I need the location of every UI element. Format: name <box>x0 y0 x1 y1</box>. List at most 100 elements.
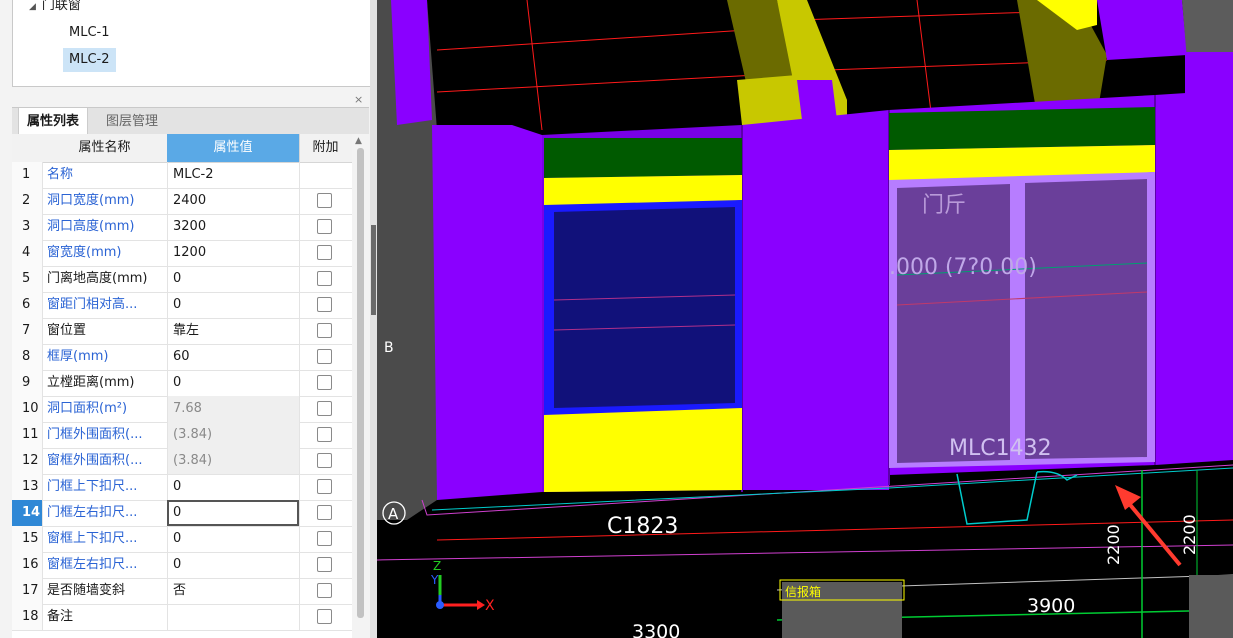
wall-right <box>1155 90 1233 465</box>
tree-node-parent[interactable]: ◢ 门联窗 <box>29 0 81 18</box>
3d-viewport[interactable]: 门斤 .000 (7?0.00) MLC1432 信报箱 A B C1823 3… <box>377 0 1233 638</box>
attach-checkbox[interactable] <box>317 583 332 598</box>
row-number[interactable]: 10 <box>12 396 42 422</box>
attach-checkbox[interactable] <box>317 323 332 338</box>
attach-checkbox[interactable] <box>317 531 332 546</box>
grid-row-10[interactable]: 10 洞口面积(m²) 7.68 <box>12 396 352 423</box>
grid-row-14[interactable]: 14 门框左右扣尺... 0 <box>12 500 352 527</box>
row-number[interactable]: 14 <box>12 500 42 526</box>
property-value[interactable]: 0 <box>167 292 299 318</box>
grid-row-18[interactable]: 18 备注 <box>12 604 352 631</box>
property-value[interactable]: (3.84) <box>167 422 299 448</box>
attach-checkbox[interactable] <box>317 193 332 208</box>
header-property-name[interactable]: 属性名称 <box>42 134 167 162</box>
header-property-value[interactable]: 属性值 <box>167 134 299 162</box>
grid-row-16[interactable]: 16 窗框左右扣尺... 0 <box>12 552 352 579</box>
row-number[interactable]: 3 <box>12 214 42 240</box>
annotation-arrow-line <box>1120 493 1182 567</box>
property-value[interactable]: 0 <box>167 500 299 526</box>
property-value[interactable]: 7.68 <box>167 396 299 422</box>
row-number[interactable]: 11 <box>12 422 42 448</box>
cad-drawing[interactable]: 门斤 .000 (7?0.00) MLC1432 信报箱 A B C1823 3… <box>377 0 1233 638</box>
attach-checkbox[interactable] <box>317 479 332 494</box>
grid-row-17[interactable]: 17 是否随墙变斜否 <box>12 578 352 605</box>
property-value[interactable]: 靠左 <box>167 318 299 344</box>
collapse-arrow-icon[interactable]: ◢ <box>29 2 36 12</box>
row-number[interactable]: 17 <box>12 578 42 604</box>
attach-checkbox[interactable] <box>317 427 332 442</box>
attach-checkbox[interactable] <box>317 609 332 624</box>
header-attach[interactable]: 附加 <box>299 134 351 162</box>
row-number[interactable]: 7 <box>12 318 42 344</box>
grid-row-6[interactable]: 6 窗距门相对高... 0 <box>12 292 352 319</box>
row-number[interactable]: 4 <box>12 240 42 266</box>
grid-row-9[interactable]: 9 立樘距离(mm) 0 <box>12 370 352 397</box>
block-right <box>1189 575 1233 638</box>
property-value[interactable]: MLC-2 <box>167 162 299 188</box>
property-value[interactable]: 否 <box>167 578 299 604</box>
property-value[interactable]: 2400 <box>167 188 299 214</box>
wall-block-2 <box>1097 0 1187 60</box>
attach-checkbox[interactable] <box>317 505 332 520</box>
property-value[interactable]: 3200 <box>167 214 299 240</box>
row-number[interactable]: 13 <box>12 474 42 500</box>
row-number[interactable]: 18 <box>12 604 42 630</box>
property-value[interactable]: 0 <box>167 552 299 578</box>
scroll-thumb[interactable] <box>357 148 364 618</box>
attach-checkbox[interactable] <box>317 401 332 416</box>
grid-scrollbar[interactable]: ▲ <box>352 134 369 638</box>
tree-node-mlc-2[interactable]: MLC-2 <box>63 48 116 72</box>
ucs-x-label: X <box>485 598 495 614</box>
property-value[interactable] <box>167 604 299 630</box>
property-name: 窗框外围面积(... <box>42 448 167 474</box>
panel-splitter[interactable] <box>370 0 377 638</box>
door-inner-text: 门斤 <box>922 193 966 218</box>
attach-checkbox[interactable] <box>317 557 332 572</box>
row-number[interactable]: 9 <box>12 370 42 396</box>
row-number[interactable]: 8 <box>12 344 42 370</box>
property-value[interactable]: 0 <box>167 474 299 500</box>
row-number[interactable]: 6 <box>12 292 42 318</box>
property-value[interactable]: 60 <box>167 344 299 370</box>
property-value[interactable]: 1200 <box>167 240 299 266</box>
row-number[interactable]: 5 <box>12 266 42 292</box>
grid-row-3[interactable]: 3 洞口高度(mm) 3200 <box>12 214 352 241</box>
attach-checkbox[interactable] <box>317 245 332 260</box>
row-number[interactable]: 2 <box>12 188 42 214</box>
attach-checkbox[interactable] <box>317 271 332 286</box>
grid-row-2[interactable]: 2 洞口宽度(mm) 2400 <box>12 188 352 215</box>
property-value[interactable]: (3.84) <box>167 448 299 474</box>
grid-row-1[interactable]: 1 名称 MLC-2 <box>12 162 352 189</box>
grid-row-4[interactable]: 4 窗宽度(mm) 1200 <box>12 240 352 267</box>
property-name: 是否随墙变斜 <box>42 578 167 604</box>
row-number[interactable]: 1 <box>12 162 42 188</box>
grid-row-11[interactable]: 11 门框外围面积(... (3.84) <box>12 422 352 449</box>
close-icon[interactable]: × <box>354 93 363 106</box>
tab-property-list[interactable]: 属性列表 <box>18 108 89 135</box>
row-number[interactable]: 12 <box>12 448 42 474</box>
attach-checkbox[interactable] <box>317 349 332 364</box>
row-number[interactable]: 16 <box>12 552 42 578</box>
scroll-up-icon[interactable]: ▲ <box>355 136 362 146</box>
sill-yellow <box>544 408 742 492</box>
attach-checkbox[interactable] <box>317 219 332 234</box>
property-value[interactable]: 0 <box>167 526 299 552</box>
property-value[interactable]: 0 <box>167 370 299 396</box>
property-value[interactable]: 0 <box>167 266 299 292</box>
axis-b-label: B <box>384 340 394 356</box>
tab-layer-management[interactable]: 图层管理 <box>98 108 166 135</box>
splitter-handle[interactable] <box>371 225 376 315</box>
left-panel: ◢ 门联窗 MLC-1 MLC-2 × 属性列表 图层管理 属性名称 属性值 附加… <box>0 0 375 638</box>
grid-row-15[interactable]: 15 窗框上下扣尺... 0 <box>12 526 352 553</box>
row-number[interactable]: 15 <box>12 526 42 552</box>
attach-checkbox[interactable] <box>317 375 332 390</box>
grid-row-5[interactable]: 5 门离地高度(mm) 0 <box>12 266 352 293</box>
property-grid: 属性名称 属性值 附加 1 名称 MLC-2 2 洞口宽度(mm) 2400 3 洞口高度(m… <box>12 134 369 638</box>
attach-checkbox[interactable] <box>317 453 332 468</box>
grid-row-13[interactable]: 13 门框上下扣尺... 0 <box>12 474 352 501</box>
grid-row-8[interactable]: 8 框厚(mm) 60 <box>12 344 352 371</box>
grid-row-12[interactable]: 12 窗框外围面积(... (3.84) <box>12 448 352 475</box>
attach-checkbox[interactable] <box>317 297 332 312</box>
tree-node-mlc-1[interactable]: MLC-1 <box>63 21 116 45</box>
grid-row-7[interactable]: 7 窗位置 靠左 <box>12 318 352 345</box>
